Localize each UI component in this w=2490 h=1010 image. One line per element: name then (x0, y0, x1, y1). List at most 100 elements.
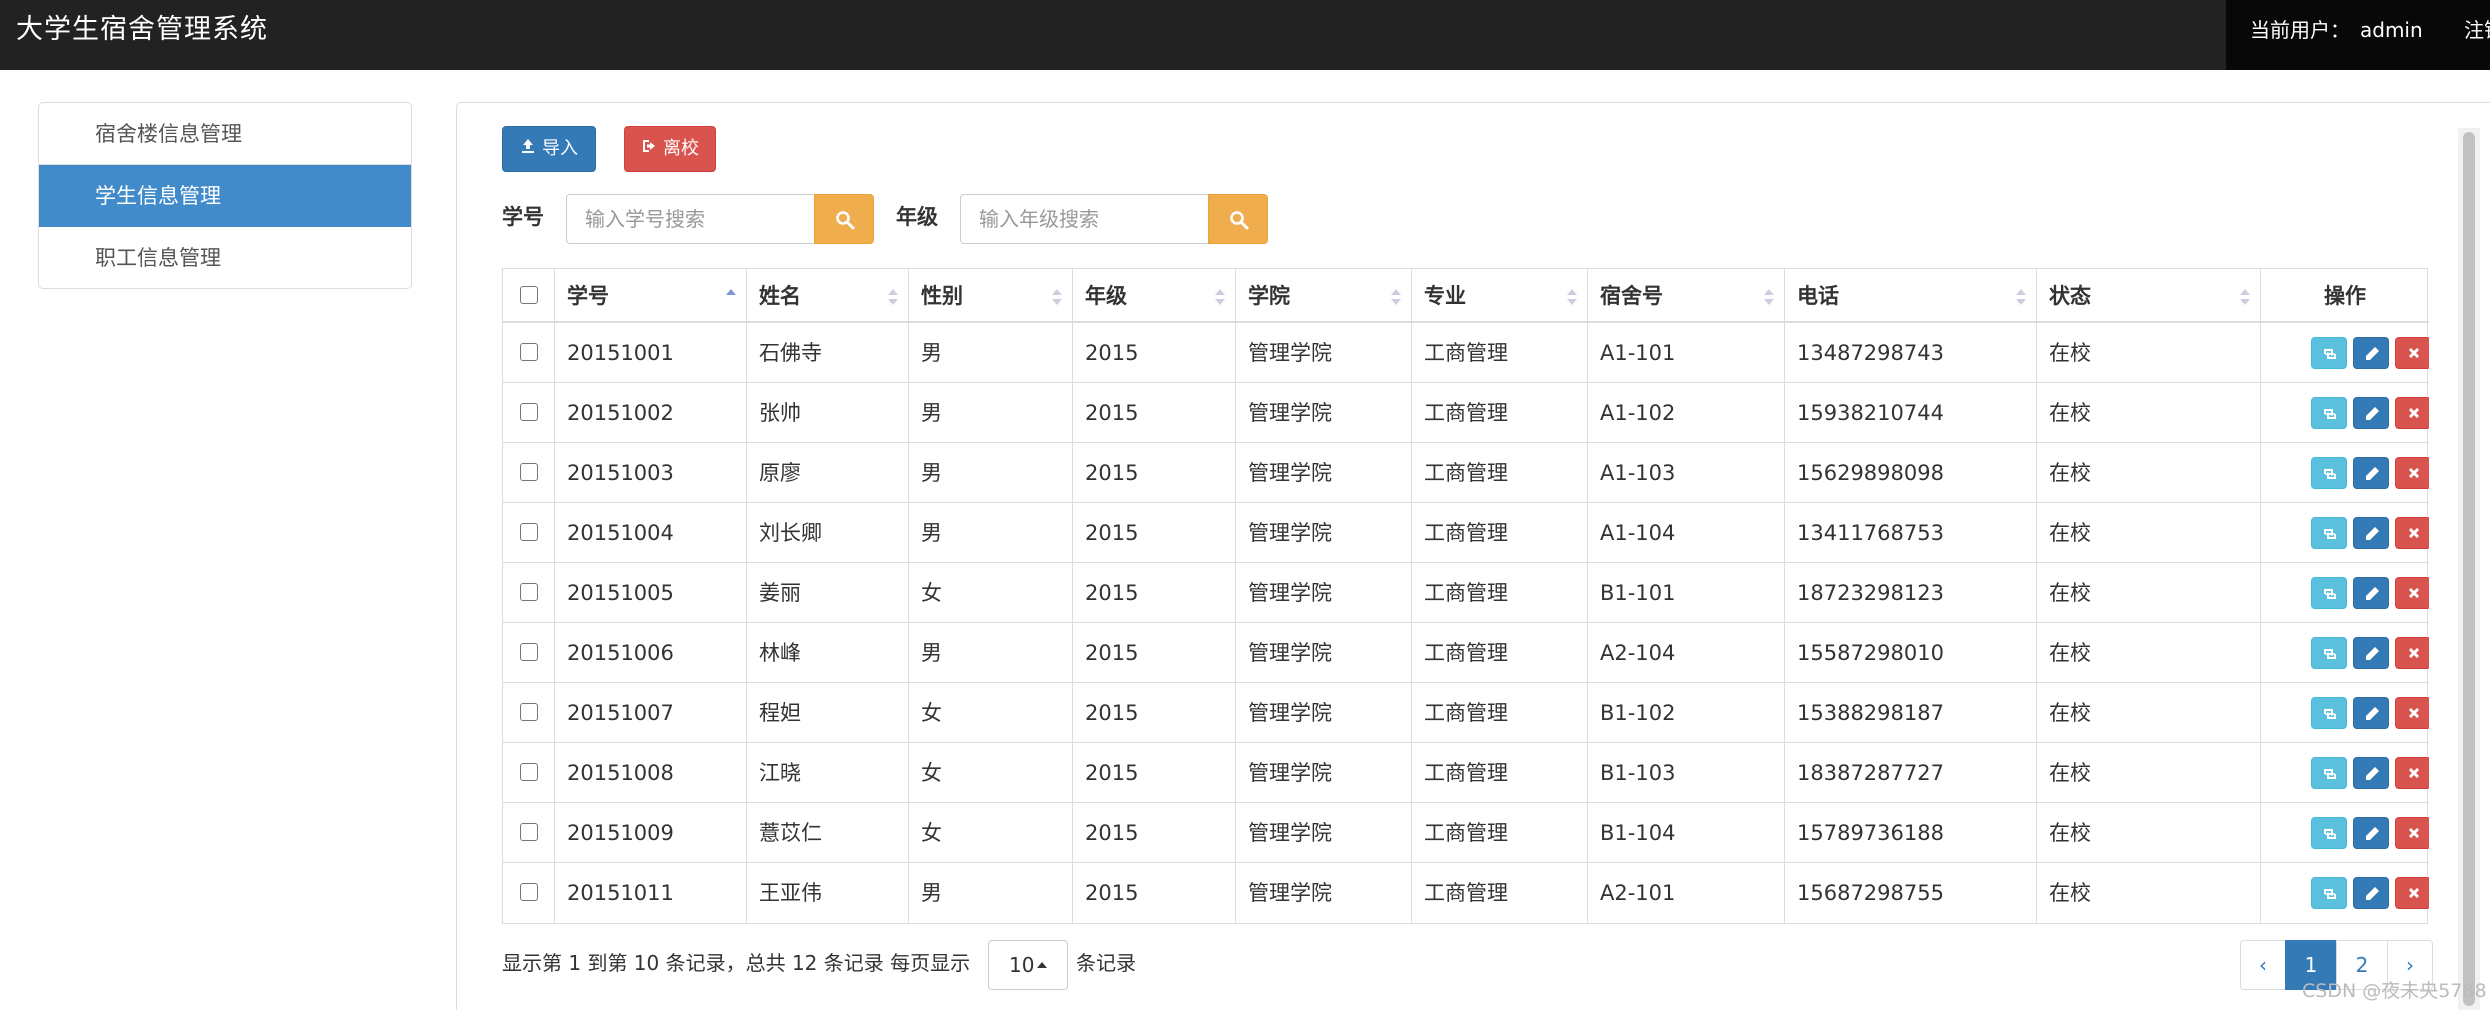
column-header-dorm-number[interactable]: 宿舍号 (1588, 269, 1785, 323)
table-cell-gender: 女 (909, 683, 1073, 743)
row-checkbox[interactable] (520, 463, 538, 481)
delete-row-button[interactable] (2395, 697, 2429, 729)
sidebar-item-students[interactable]: 学生信息管理 (39, 165, 411, 227)
table-cell-college: 管理学院 (1236, 503, 1412, 563)
row-checkbox[interactable] (520, 523, 538, 541)
edit-row-button[interactable] (2353, 397, 2389, 429)
table-cell-major: 工商管理 (1412, 503, 1588, 563)
column-header-grade[interactable]: 年级 (1073, 269, 1236, 323)
pagination-prev[interactable]: ‹ (2240, 940, 2286, 990)
edit-row-button[interactable] (2353, 337, 2389, 369)
sort-both-icon[interactable] (888, 286, 898, 308)
table-cell-name: 张帅 (747, 383, 909, 443)
table-cell-phone: 18387287727 (1785, 743, 2037, 803)
sort-both-icon[interactable] (2240, 286, 2250, 308)
change-dorm-button[interactable] (2311, 757, 2347, 789)
delete-row-button[interactable] (2395, 457, 2429, 489)
leave-school-button[interactable]: 离校 (624, 126, 716, 172)
delete-row-button[interactable] (2395, 517, 2429, 549)
sort-both-icon[interactable] (1052, 286, 1062, 308)
sort-both-icon[interactable] (2016, 286, 2026, 308)
row-checkbox[interactable] (520, 763, 538, 781)
table-cell-grade: 2015 (1073, 623, 1236, 683)
scrollbar-thumb[interactable] (2463, 132, 2475, 1006)
change-dorm-button[interactable] (2311, 397, 2347, 429)
sort-asc-icon[interactable] (726, 286, 736, 308)
table-cell-student-id: 20151004 (555, 503, 747, 563)
edit-row-button[interactable] (2353, 637, 2389, 669)
table-cell-status: 在校 (2037, 323, 2261, 383)
table-cell-major: 工商管理 (1412, 563, 1588, 623)
logout-link[interactable]: 注销 (2464, 16, 2490, 44)
table-cell-dorm-number: B1-104 (1588, 803, 1785, 863)
table-cell-college: 管理学院 (1236, 443, 1412, 503)
table-cell-grade: 2015 (1073, 503, 1236, 563)
column-header-major[interactable]: 专业 (1412, 269, 1588, 323)
upload-icon (522, 139, 534, 153)
sort-both-icon[interactable] (1764, 286, 1774, 308)
row-checkbox[interactable] (520, 403, 538, 421)
change-dorm-button[interactable] (2311, 817, 2347, 849)
table-cell-student-id: 20151011 (555, 863, 747, 923)
row-checkbox[interactable] (520, 343, 538, 361)
grade-search-button[interactable] (1208, 194, 1268, 244)
edit-row-button[interactable] (2353, 457, 2389, 489)
pencil-icon (2366, 767, 2379, 780)
delete-row-button[interactable] (2395, 397, 2429, 429)
sort-both-icon[interactable] (1567, 286, 1577, 308)
pencil-icon (2366, 527, 2379, 540)
delete-row-button[interactable] (2395, 757, 2429, 789)
edit-row-button[interactable] (2353, 577, 2389, 609)
row-checkbox[interactable] (520, 823, 538, 841)
delete-row-button[interactable] (2395, 577, 2429, 609)
change-dorm-button[interactable] (2311, 457, 2347, 489)
delete-row-button[interactable] (2395, 637, 2429, 669)
table-cell-grade: 2015 (1073, 563, 1236, 623)
column-header-status[interactable]: 状态 (2037, 269, 2261, 323)
student-id-search-input[interactable] (566, 194, 816, 244)
delete-row-button[interactable] (2395, 877, 2429, 909)
sidebar-item-dorm-buildings[interactable]: 宿舍楼信息管理 (39, 103, 411, 165)
row-checkbox[interactable] (520, 643, 538, 661)
select-all-checkbox[interactable] (520, 286, 538, 304)
column-header-phone[interactable]: 电话 (1785, 269, 2037, 323)
column-header-gender[interactable]: 性别 (909, 269, 1073, 323)
delete-row-button[interactable] (2395, 337, 2429, 369)
table-cell-actions (2261, 803, 2429, 863)
edit-row-button[interactable] (2353, 757, 2389, 789)
change-dorm-button[interactable] (2311, 517, 2347, 549)
page-size-dropdown[interactable]: 10 (988, 940, 1068, 990)
edit-row-button[interactable] (2353, 817, 2389, 849)
row-checkbox[interactable] (520, 583, 538, 601)
sort-both-icon[interactable] (1215, 286, 1225, 308)
change-dorm-button[interactable] (2311, 637, 2347, 669)
grade-search-input[interactable] (960, 194, 1210, 244)
table-cell-status: 在校 (2037, 443, 2261, 503)
sort-both-icon[interactable] (1391, 286, 1401, 308)
change-dorm-button[interactable] (2311, 877, 2347, 909)
table-cell-gender: 男 (909, 383, 1073, 443)
app-title[interactable]: 大学生宿舍管理系统 (16, 12, 268, 48)
import-button[interactable]: 导入 (502, 126, 596, 172)
row-checkbox[interactable] (520, 703, 538, 721)
table-cell-status: 在校 (2037, 743, 2261, 803)
change-dorm-button[interactable] (2311, 697, 2347, 729)
delete-row-button[interactable] (2395, 817, 2429, 849)
change-dorm-button[interactable] (2311, 337, 2347, 369)
edit-row-button[interactable] (2353, 517, 2389, 549)
student-id-search-button[interactable] (814, 194, 874, 244)
sidebar-item-staff[interactable]: 职工信息管理 (39, 227, 411, 288)
vertical-scrollbar[interactable] (2458, 128, 2480, 1010)
edit-row-button[interactable] (2353, 697, 2389, 729)
table-cell-student-id: 20151005 (555, 563, 747, 623)
row-checkbox[interactable] (520, 883, 538, 901)
change-dorm-button[interactable] (2311, 577, 2347, 609)
table-cell-name: 薏苡仁 (747, 803, 909, 863)
column-header-student-id[interactable]: 学号 (555, 269, 747, 323)
table-cell-name: 王亚伟 (747, 863, 909, 923)
column-header-name[interactable]: 姓名 (747, 269, 909, 323)
edit-row-button[interactable] (2353, 877, 2389, 909)
table-cell-major: 工商管理 (1412, 743, 1588, 803)
table-cell-college: 管理学院 (1236, 683, 1412, 743)
column-header-college[interactable]: 学院 (1236, 269, 1412, 323)
